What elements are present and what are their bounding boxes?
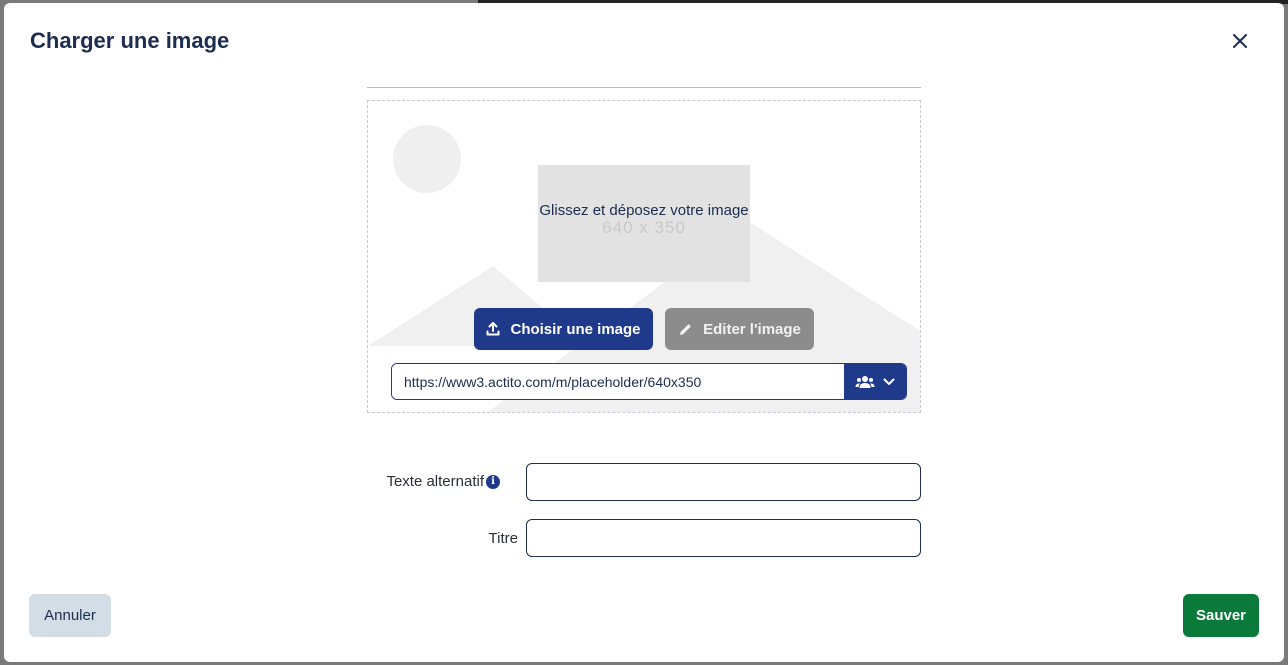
info-icon[interactable]: i: [486, 474, 500, 489]
alt-text-label: Texte alternatif: [386, 473, 484, 490]
image-url-input[interactable]: [392, 364, 844, 399]
choose-image-button[interactable]: Choisir une image: [474, 308, 653, 350]
image-url-group: [391, 363, 907, 400]
title-label: Titre: [488, 530, 518, 547]
alt-text-label-group: Texte alternatif i: [304, 473, 500, 490]
close-button[interactable]: [1228, 29, 1252, 53]
image-dropzone[interactable]: 640 x 350 Glissez et déposez votre image…: [367, 100, 921, 413]
upload-icon: [486, 322, 500, 336]
cancel-button[interactable]: Annuler: [29, 594, 111, 637]
dropzone-prompt: Glissez et déposez votre image: [539, 202, 749, 219]
pencil-icon: [680, 323, 692, 335]
close-icon: [1233, 34, 1247, 48]
placeholder-size-text: 640 x 350: [602, 217, 686, 237]
users-icon: [855, 375, 875, 388]
edit-image-button[interactable]: Editer l'image: [665, 308, 814, 350]
alt-text-input[interactable]: [526, 463, 921, 501]
image-source-dropdown[interactable]: [844, 364, 906, 399]
upload-image-modal: Charger une image 640 x 350 Glissez et d…: [4, 3, 1284, 662]
edit-image-label: Editer l'image: [703, 320, 801, 338]
choose-image-label: Choisir une image: [510, 320, 641, 338]
modal-title: Charger une image: [30, 28, 230, 53]
chevron-down-icon: [883, 378, 895, 385]
title-input[interactable]: [526, 519, 921, 557]
image-placeholder: 640 x 350: [538, 165, 750, 282]
save-button[interactable]: Sauver: [1183, 594, 1259, 637]
divider: [367, 87, 921, 88]
